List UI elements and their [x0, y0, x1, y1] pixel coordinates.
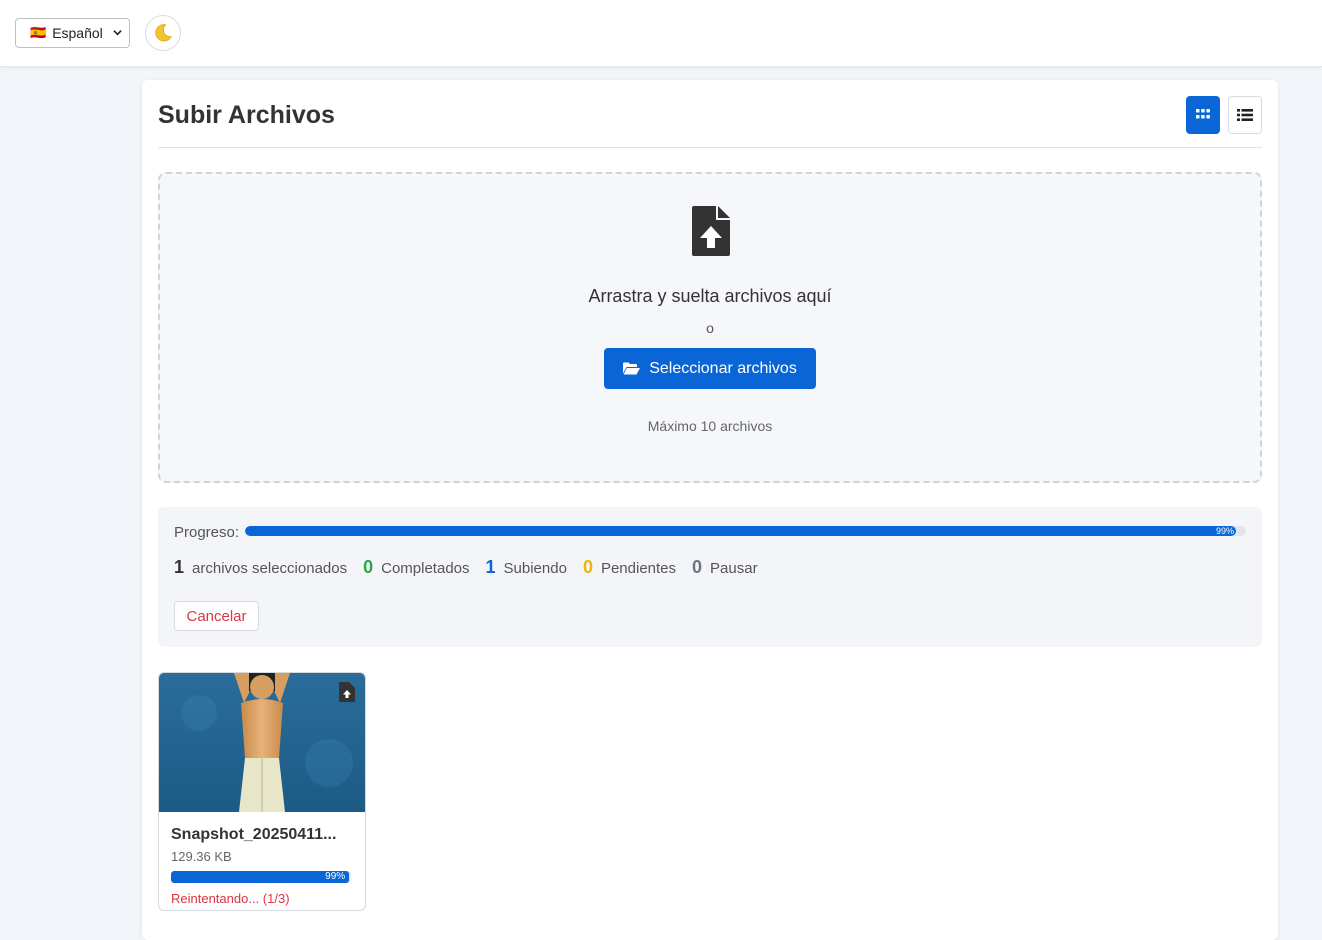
max-files-text: Máximo 10 archivos [647, 418, 773, 434]
file-upload-icon [692, 206, 730, 256]
stat-completed-count: 0 [363, 557, 374, 577]
top-bar: 🇪🇸 Español [0, 0, 1322, 67]
stat-uploading-count: 1 [485, 557, 496, 577]
stat-uploading-label: Subiendo [503, 560, 567, 577]
stat-paused-label: Pausar [710, 560, 758, 577]
grid-icon [1196, 109, 1210, 119]
list-view-button[interactable] [1228, 96, 1262, 134]
file-card[interactable]: Snapshot_20250411... 129.36 KB 99% Reint… [158, 672, 366, 911]
file-thumbnail-image [159, 673, 365, 812]
language-label: Español [52, 25, 103, 41]
stat-completed-label: Completados [381, 560, 470, 577]
page-title: Subir Archivos [158, 101, 335, 129]
stat-pending: 0 Pendientes [583, 557, 676, 578]
stat-uploading: 1 Subiendo [486, 557, 567, 578]
file-thumbnail [159, 673, 365, 812]
stat-completed: 0 Completados [363, 557, 469, 578]
stat-pending-label: Pendientes [600, 560, 677, 577]
file-progress-percent: 99% [325, 871, 346, 882]
list-icon [1237, 109, 1253, 121]
stat-selected-label: archivos seleccionados [192, 560, 348, 577]
cancel-button[interactable]: Cancelar [174, 601, 259, 631]
stat-selected-count: 1 [174, 557, 185, 577]
drop-zone-text: Arrastra y suelta archivos aquí [588, 286, 832, 306]
overall-progress-bar: 99% [245, 526, 1246, 536]
select-files-button[interactable]: Seleccionar archivos [604, 348, 816, 389]
overall-progress-fill: 99% [245, 526, 1236, 536]
moon-icon [155, 24, 172, 42]
folder-open-icon [623, 362, 641, 375]
stat-paused: 0 Pausar [692, 557, 758, 578]
chevron-down-icon [113, 30, 122, 36]
file-size: 129.36 KB [171, 849, 232, 864]
upload-stats: 1 archivos seleccionados 0 Completados 1… [174, 557, 774, 578]
theme-toggle-button[interactable] [145, 15, 181, 51]
stat-pending-count: 0 [582, 557, 593, 577]
overall-progress-percent: 99% [1215, 526, 1234, 536]
flag-icon: 🇪🇸 [30, 25, 47, 40]
file-progress-bar: 99% [171, 871, 351, 883]
title-divider [158, 147, 1262, 148]
drop-zone[interactable]: Arrastra y suelta archivos aquí o Selecc… [158, 172, 1262, 483]
language-select[interactable]: 🇪🇸 Español [15, 18, 130, 48]
file-progress-fill: 99% [171, 871, 350, 883]
select-files-label: Seleccionar archivos [649, 359, 797, 377]
file-name: Snapshot_20250411... [171, 826, 337, 843]
upload-card: Subir Archivos Arrastra y suelta archivo… [142, 80, 1278, 940]
progress-panel: Progreso: 99% 1 archivos seleccionados 0… [158, 507, 1262, 647]
file-status: Reintentando... (1/3) [171, 891, 290, 906]
stat-paused-count: 0 [692, 557, 703, 577]
stat-selected: 1 archivos seleccionados [174, 557, 347, 578]
grid-view-button[interactable] [1186, 96, 1220, 134]
progress-label: Progreso: [174, 524, 240, 541]
file-upload-icon [339, 682, 355, 702]
drop-zone-or: o [706, 320, 714, 336]
